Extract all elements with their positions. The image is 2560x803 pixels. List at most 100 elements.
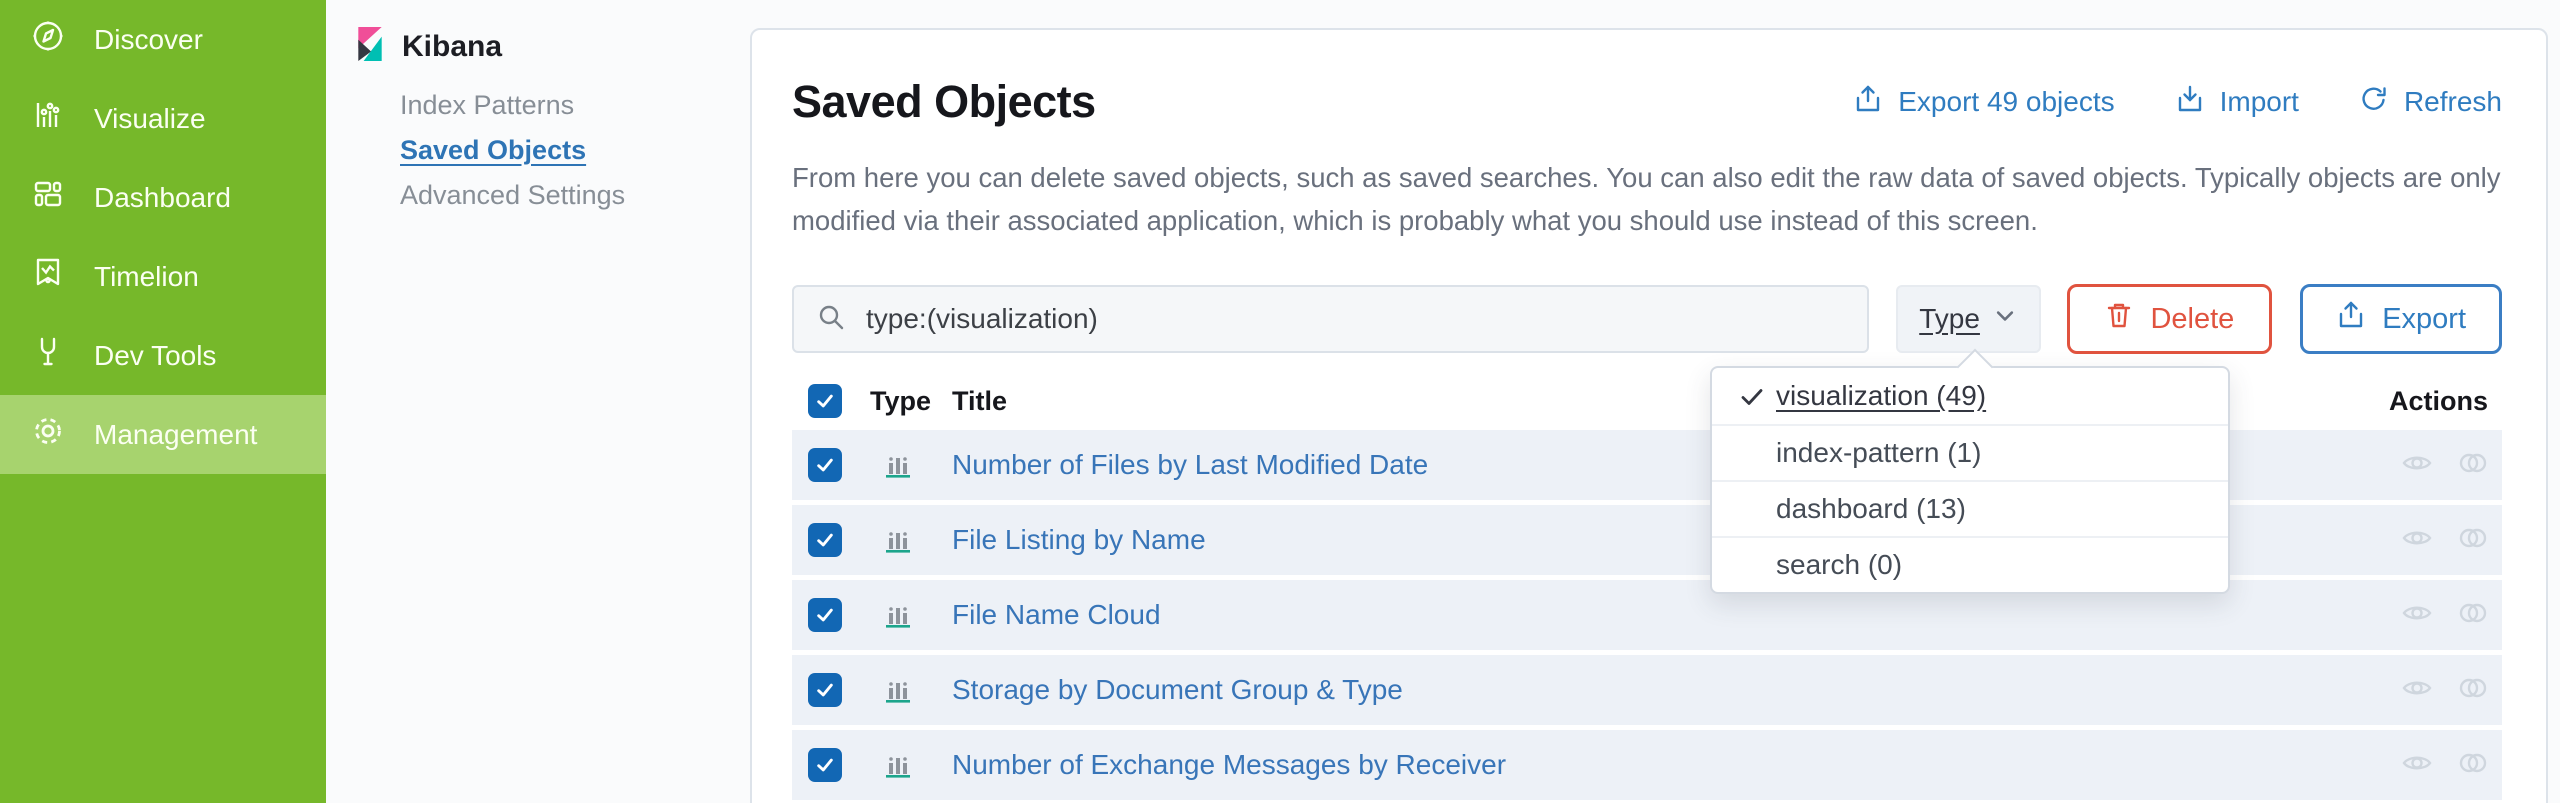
saved-object-link[interactable]: File Name Cloud [952,599,1161,631]
refresh-label: Refresh [2404,86,2502,118]
export-selected-label: Export [2382,303,2466,336]
page-description: From here you can delete saved objects, … [792,156,2502,242]
export-all-label: Export 49 objects [1898,86,2114,118]
menu-item-dashboard[interactable]: dashboard (13) [1712,480,2228,536]
view-eye-icon[interactable] [2400,746,2434,785]
table-row: Number of Exchange Messages by Receiver [792,730,2502,800]
delete-button[interactable]: Delete [2067,284,2273,354]
timelion-icon [30,255,66,298]
table-header-row: Type Title Actions [792,372,2502,430]
refresh-link[interactable]: Refresh [2359,84,2502,121]
menu-item-index-pattern[interactable]: index-pattern (1) [1712,424,2228,480]
menu-item-visualization[interactable]: visualization (49) [1712,368,2228,424]
row-actions [2400,521,2502,560]
import-link[interactable]: Import [2175,84,2299,121]
kibana-logo-row: Kibana [358,27,750,66]
subnav-link-saved-objects[interactable]: Saved Objects [400,128,750,173]
row-checkbox[interactable] [808,748,842,782]
sidebar-item-discover[interactable]: Discover [0,0,326,79]
type-filter-label: Type [1919,303,1980,335]
row-checkbox[interactable] [808,448,842,482]
subnav-link-advanced-settings[interactable]: Advanced Settings [400,173,750,218]
row-actions [2400,446,2502,485]
menu-item-label: index-pattern (1) [1776,437,1981,469]
column-header-actions: Actions [2389,386,2502,417]
export-all-link[interactable]: Export 49 objects [1853,84,2114,121]
relationships-icon[interactable] [2456,671,2490,710]
sidebar-item-label: Management [94,419,257,451]
description-line-2: modified via their associated applicatio… [792,199,2502,242]
search-icon [816,302,846,337]
row-checkbox[interactable] [808,598,842,632]
trash-icon [2104,300,2134,338]
visualize-icon [30,97,66,140]
sidebar-item-dev-tools[interactable]: Dev Tools [0,316,326,395]
compass-icon [30,18,66,61]
saved-object-link[interactable]: Number of Exchange Messages by Receiver [952,749,1506,781]
subnav-link-index-patterns[interactable]: Index Patterns [400,83,750,128]
refresh-icon [2359,84,2389,121]
menu-item-label: search (0) [1776,549,1902,581]
saved-objects-table: Type Title Actions Number of Files by La… [792,372,2502,803]
type-filter-menu: visualization (49) index-pattern (1) das… [1710,366,2230,594]
relationships-icon[interactable] [2456,446,2490,485]
visualization-type-icon [870,674,926,706]
import-icon [2175,84,2205,121]
visualization-type-icon [870,449,926,481]
table-row: Storage by Document Group & Type [792,655,2502,725]
relationships-icon[interactable] [2456,596,2490,635]
kibana-logo-icon [358,27,382,66]
controls-row: Type Delete [792,284,2502,354]
card-header: Saved Objects Export 49 objects [792,76,2502,128]
delete-label: Delete [2150,303,2234,336]
table-row: File Listing by Name [792,505,2502,575]
sidebar-item-label: Discover [94,24,203,56]
app-sidebar: Discover Visualize Dashboard [0,0,326,803]
row-actions [2400,596,2502,635]
row-checkbox[interactable] [808,523,842,557]
saved-object-link[interactable]: Storage by Document Group & Type [952,674,1403,706]
export-selected-button[interactable]: Export [2300,284,2502,354]
table-row: Number of Files by Last Modified Date [792,430,2502,500]
relationships-icon[interactable] [2456,746,2490,785]
search-box [792,285,1869,353]
export-icon [2336,300,2366,338]
sidebar-item-label: Visualize [94,103,206,135]
view-eye-icon[interactable] [2400,671,2434,710]
visualization-type-icon [870,749,926,781]
visualization-type-icon [870,524,926,556]
sidebar-item-timelion[interactable]: Timelion [0,237,326,316]
gear-icon [30,413,66,456]
sidebar-item-visualize[interactable]: Visualize [0,79,326,158]
column-header-title: Title [952,386,1007,417]
sidebar-item-label: Dev Tools [94,340,216,372]
description-line-1: From here you can delete saved objects, … [792,156,2502,199]
check-icon [1738,383,1766,418]
view-eye-icon[interactable] [2400,596,2434,635]
sidebar-item-label: Dashboard [94,182,231,214]
header-links: Export 49 objects Import [1853,84,2502,121]
dashboard-icon [30,176,66,219]
saved-object-link[interactable]: Number of Files by Last Modified Date [952,449,1428,481]
saved-object-link[interactable]: File Listing by Name [952,524,1206,556]
relationships-icon[interactable] [2456,521,2490,560]
visualization-type-icon [870,599,926,631]
subnav-links: Index Patterns Saved Objects Advanced Se… [400,83,750,218]
sidebar-item-dashboard[interactable]: Dashboard [0,158,326,237]
sidebar-item-management[interactable]: Management [0,395,326,474]
type-filter-button[interactable]: Type [1896,285,2041,353]
view-eye-icon[interactable] [2400,521,2434,560]
management-subnav: Kibana Index Patterns Saved Objects Adva… [326,0,750,218]
export-icon [1853,84,1883,121]
table-row: File Name Cloud [792,580,2502,650]
row-checkbox[interactable] [808,673,842,707]
app-title: Kibana [402,30,502,64]
search-input[interactable] [866,303,1826,335]
select-all-checkbox[interactable] [808,384,842,418]
page-title: Saved Objects [792,76,1096,128]
view-eye-icon[interactable] [2400,446,2434,485]
column-header-type: Type [870,386,926,417]
menu-item-label: visualization (49) [1776,380,1986,412]
row-actions [2400,671,2502,710]
menu-item-search[interactable]: search (0) [1712,536,2228,592]
